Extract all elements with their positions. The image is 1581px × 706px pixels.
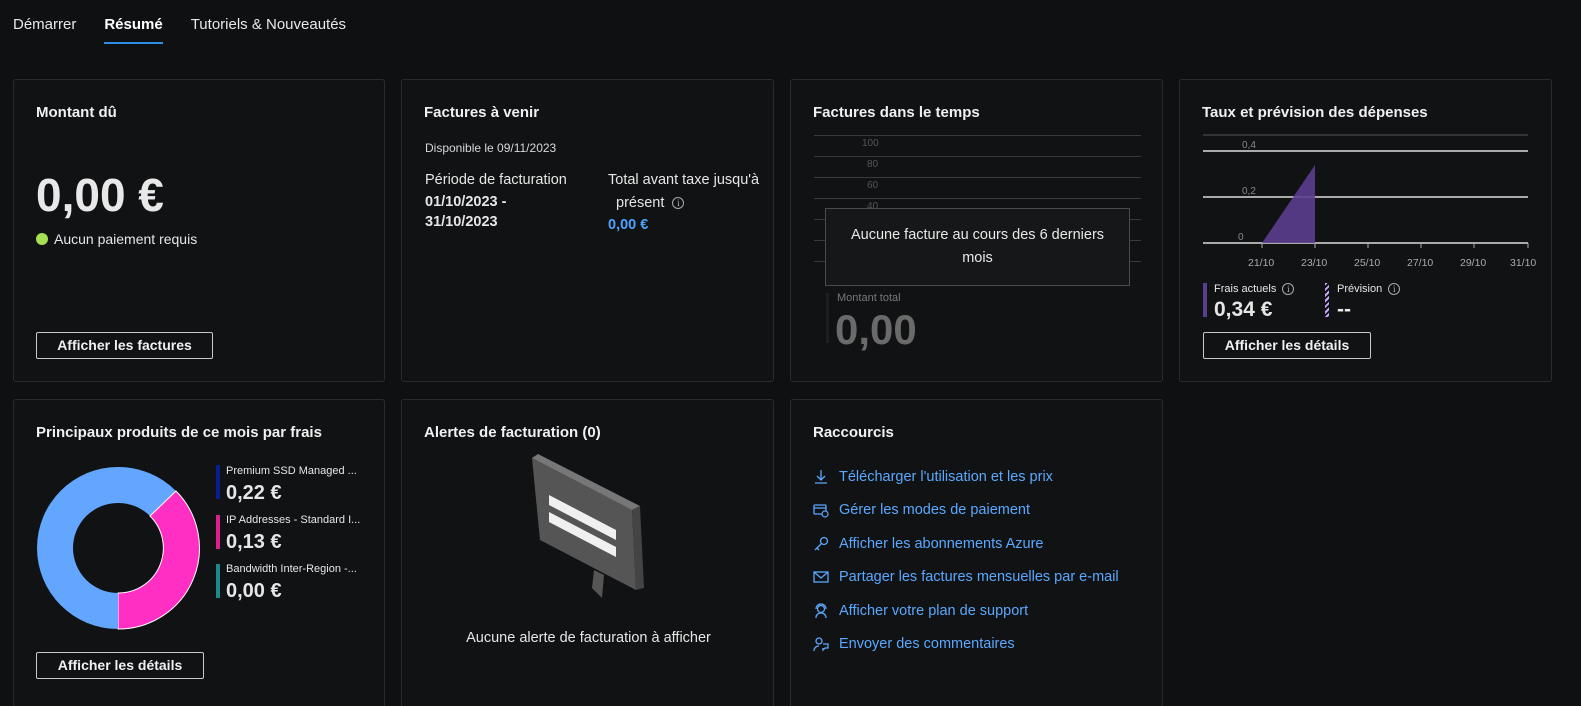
support-icon <box>815 603 827 619</box>
current-legend-label: Frais actuels <box>1214 283 1277 295</box>
shortcut-label: Télécharger l'utilisation et les prix <box>839 469 1053 485</box>
y-tick: 80 <box>867 159 879 170</box>
payment-status: Aucun paiement requis <box>36 231 197 247</box>
grid-line <box>814 156 1141 157</box>
legend-name-premium-ssd: Premium SSD Managed ... <box>226 465 357 477</box>
current-spend-area <box>1262 165 1315 243</box>
y-tick-04: 0,4 <box>1242 140 1256 151</box>
status-ok-icon <box>36 233 48 245</box>
forecast-legend-label: Prévision <box>1337 283 1383 295</box>
shortcut-label: Afficher votre plan de support <box>839 603 1029 619</box>
period-value-1: 01/10/2023 - <box>425 194 507 210</box>
donut-slice-remaining <box>37 467 118 629</box>
legend-name-bandwidth: Bandwidth Inter-Region -... <box>226 563 357 575</box>
total-label-1: Total avant taxe jusqu'à <box>608 172 760 188</box>
amount-due-card: Montant dû 0,00 € Aucun paiement requis … <box>13 79 385 382</box>
total-label-2-text: présent <box>616 195 665 211</box>
y-tick: 100 <box>862 138 879 149</box>
forecast-value: -- <box>1337 298 1351 321</box>
amount-due-title: Montant dû <box>36 104 117 121</box>
x-tick: 31/10 <box>1510 257 1536 269</box>
y-tick: 60 <box>867 180 879 191</box>
payment-status-text: Aucun paiement requis <box>54 231 198 247</box>
grid-line <box>814 198 1141 199</box>
shortcut-payment-methods[interactable]: Gérer les modes de paiement <box>813 502 1030 518</box>
view-details-button[interactable]: Afficher les détails <box>36 652 204 679</box>
info-icon[interactable]: i <box>1282 283 1295 295</box>
key-icon <box>814 536 829 551</box>
download-icon <box>815 470 827 484</box>
total-label-2-row: présent i <box>608 195 685 211</box>
no-invoice-message: Aucune facture au cours des 6 derniers m… <box>850 227 1105 266</box>
shortcut-support-plan[interactable]: Afficher votre plan de support <box>813 603 1028 619</box>
payment-icon <box>813 504 829 518</box>
donut-slice-ip-addresses <box>117 490 200 630</box>
y-tick-0: 0 <box>1238 232 1244 243</box>
forecast-legend-swatch <box>1325 283 1329 317</box>
grid-line <box>814 135 1141 136</box>
spending-title: Taux et prévision des dépenses <box>1202 104 1428 121</box>
period-label: Période de facturation <box>425 172 567 188</box>
forecast-legend-label-row: Prévision i <box>1337 283 1401 295</box>
current-value: 0,34 € <box>1214 298 1273 321</box>
info-icon[interactable]: i <box>1388 283 1401 295</box>
shortcut-share-invoices[interactable]: Partager les factures mensuelles par e-m… <box>813 569 1119 585</box>
spending-chart: 0,4 0,2 0 21/10 23/10 25/10 27/10 29/10 … <box>1203 134 1536 269</box>
shortcut-feedback[interactable]: Envoyer des commentaires <box>813 636 1015 652</box>
invoices-over-time-title: Factures dans le temps <box>813 104 980 121</box>
x-tick: 29/10 <box>1460 257 1486 269</box>
x-tick: 27/10 <box>1407 257 1433 269</box>
x-tick: 23/10 <box>1301 257 1327 269</box>
upcoming-invoices-card: Factures à venir Disponible le 09/11/202… <box>401 79 774 382</box>
shortcut-label: Gérer les modes de paiement <box>839 502 1031 518</box>
current-legend-label-row: Frais actuels i <box>1214 283 1295 295</box>
shortcut-label: Envoyer des commentaires <box>839 636 1015 652</box>
chat-bubble-icon <box>532 454 644 598</box>
shortcut-label: Partager les factures mensuelles par e-m… <box>839 569 1119 585</box>
legend-name-ip-addresses: IP Addresses - Standard I... <box>226 514 361 526</box>
x-tick: 21/10 <box>1248 257 1274 269</box>
current-legend-swatch <box>1203 283 1207 317</box>
legend-swatch-bandwidth <box>216 564 220 598</box>
alerts-title: Alertes de facturation (0) <box>424 424 601 441</box>
legend-value-bandwidth: 0,00 € <box>226 580 282 602</box>
view-invoices-button[interactable]: Afficher les factures <box>36 332 213 359</box>
view-details-button[interactable]: Afficher les détails <box>1203 332 1371 359</box>
billing-alerts-card: Alertes de facturation (0) Aucune alerte… <box>401 399 774 706</box>
shortcut-azure-subscriptions[interactable]: Afficher les abonnements Azure <box>813 536 1043 552</box>
tab-tutoriels[interactable]: Tutoriels & Nouveautés <box>191 0 346 44</box>
no-alerts-message: Aucune alerte de facturation à afficher <box>466 630 711 646</box>
top-products-title: Principaux produits de ce mois par frais <box>36 424 322 441</box>
no-invoice-overlay: Aucune facture au cours des 6 derniers m… <box>825 208 1130 286</box>
top-tabs: Démarrer Résumé Tutoriels & Nouveautés <box>13 0 346 46</box>
tab-demarrer[interactable]: Démarrer <box>13 0 76 44</box>
shortcut-label: Afficher les abonnements Azure <box>839 536 1044 552</box>
legend-value-premium-ssd: 0,22 € <box>226 482 282 504</box>
tab-resume[interactable]: Résumé <box>104 0 164 44</box>
top-products-card: Principaux produits de ce mois par frais… <box>13 399 385 706</box>
total-amount-value: 0,00 <box>835 306 917 353</box>
spending-forecast-card: Taux et prévision des dépenses 0,4 0,2 0… <box>1179 79 1552 382</box>
total-amount-label: Montant total <box>837 292 901 304</box>
legend-swatch-premium-ssd <box>216 465 220 499</box>
legend-value-ip-addresses: 0,13 € <box>226 531 282 553</box>
shortcuts-card: Raccourcis Télécharger l'utilisation et … <box>790 399 1163 706</box>
invoices-over-time-card: Factures dans le temps 100 80 60 40 Aucu… <box>790 79 1163 382</box>
x-tick: 25/10 <box>1354 257 1380 269</box>
period-value-2: 31/10/2023 <box>425 214 498 230</box>
total-bar <box>826 293 829 343</box>
upcoming-title: Factures à venir <box>424 104 540 121</box>
products-donut <box>37 466 200 630</box>
shortcuts-title: Raccourcis <box>813 424 894 441</box>
legend-swatch-ip-addresses <box>216 515 220 549</box>
shortcut-download-usage[interactable]: Télécharger l'utilisation et les prix <box>813 469 1053 485</box>
amount-due-value: 0,00 € <box>36 169 164 221</box>
y-tick-02: 0,2 <box>1242 186 1256 197</box>
grid-line <box>814 177 1141 178</box>
feedback-icon <box>813 637 829 652</box>
total-value: 0,00 € <box>608 217 649 233</box>
info-icon[interactable]: i <box>672 197 685 209</box>
mail-icon <box>813 571 829 583</box>
available-date: Disponible le 09/11/2023 <box>425 141 557 155</box>
